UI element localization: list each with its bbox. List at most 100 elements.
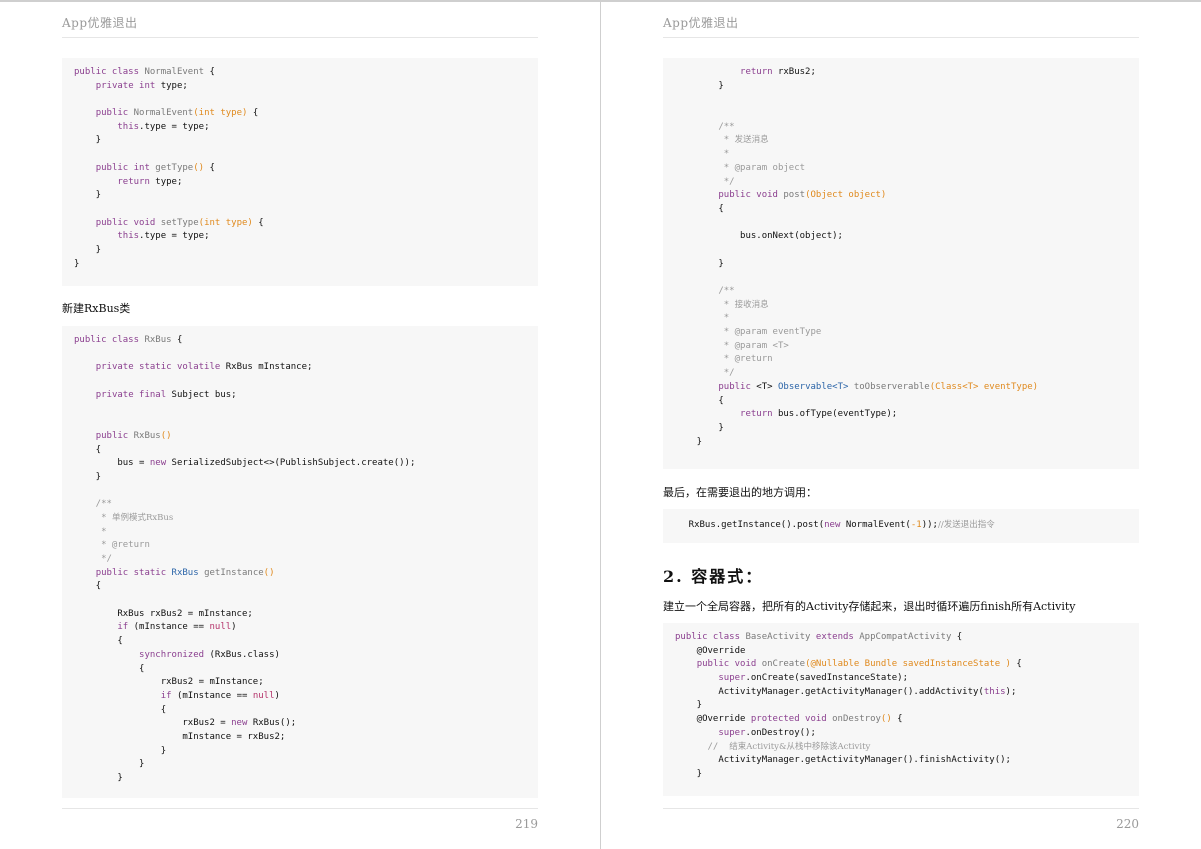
code-token: } bbox=[74, 759, 145, 770]
code-token: * @param object bbox=[675, 162, 806, 173]
code-token: private final bbox=[95, 389, 172, 400]
code-line: { bbox=[74, 704, 538, 718]
code-token: new bbox=[231, 718, 253, 729]
code-token: bus.ofType(eventType); bbox=[777, 409, 898, 420]
code-token: Subject bus; bbox=[171, 389, 237, 400]
code-token: rxBus2; bbox=[777, 67, 816, 77]
code-line: * @return bbox=[74, 539, 538, 553]
code-token: { bbox=[675, 203, 724, 214]
code-line: ActivityManager.getActivityManager().fin… bbox=[675, 754, 1139, 768]
code-token: NormalEvent bbox=[144, 67, 205, 77]
code-token: return bbox=[740, 409, 778, 420]
code-token: (@Nullable Bundle savedInstanceState ) bbox=[805, 659, 1011, 670]
code-line: */ bbox=[675, 176, 1139, 190]
page-number: 219 bbox=[515, 817, 538, 831]
code-line: } bbox=[74, 244, 538, 258]
code-token: new bbox=[149, 458, 172, 469]
code-token: { bbox=[204, 67, 215, 77]
section-heading: 2. 容器式： bbox=[663, 563, 763, 587]
code-token: public bbox=[718, 381, 757, 392]
code-token: bus = bbox=[74, 458, 150, 469]
paragraph-new-rxbus: 新建RxBus类 bbox=[62, 302, 131, 315]
code-line: { bbox=[675, 203, 1139, 217]
code-line: if (mInstance == null) bbox=[74, 621, 538, 635]
code-token: RxBus(); bbox=[252, 718, 297, 729]
code-token: post bbox=[783, 190, 806, 201]
code-token: } bbox=[675, 422, 724, 433]
code-line: public <T> Observable<T> toObserverable(… bbox=[675, 381, 1139, 395]
code-line: } bbox=[74, 189, 538, 203]
code-line: @Override protected void onDestroy() { bbox=[675, 713, 1139, 727]
code-token: private static volatile bbox=[95, 362, 226, 373]
code-line: public class NormalEvent { bbox=[74, 66, 538, 80]
code-line: private final Subject bus; bbox=[74, 389, 538, 403]
code-line: } bbox=[675, 436, 1139, 450]
code-line: return bus.ofType(eventType); bbox=[675, 408, 1139, 422]
code-line: super.onCreate(savedInstanceState); bbox=[675, 672, 1139, 686]
code-line: * @param object bbox=[675, 162, 1139, 176]
code-line: * 接收消息 bbox=[675, 299, 1139, 313]
code-token: 结束Activity&从栈中移除该Activity bbox=[729, 741, 871, 752]
code-line: * @param <T> bbox=[675, 340, 1139, 354]
code-token: if bbox=[117, 622, 134, 633]
code-token: .type = type; bbox=[139, 231, 210, 242]
code-token: if bbox=[160, 690, 177, 701]
code-token: */ bbox=[675, 368, 735, 379]
code-token: //发送退出指令 bbox=[937, 520, 995, 530]
code-line: * bbox=[675, 148, 1139, 162]
code-line: * @param eventType bbox=[675, 326, 1139, 340]
code-token: public int bbox=[95, 162, 156, 173]
code-line: * @return bbox=[675, 353, 1139, 367]
code-token: type; bbox=[160, 80, 188, 91]
running-title: App优雅退出 bbox=[62, 16, 138, 30]
code-line: * 单例模式RxBus bbox=[74, 512, 538, 526]
code-token: .type = type; bbox=[139, 121, 210, 132]
code-token: (RxBus.class) bbox=[209, 649, 280, 660]
code-token: } bbox=[675, 768, 703, 779]
code-token: 单例模式RxBus bbox=[111, 512, 174, 523]
code-line: } bbox=[675, 699, 1139, 713]
code-line: private static volatile RxBus mInstance; bbox=[74, 361, 538, 375]
code-token: } bbox=[675, 80, 724, 91]
code-line: public class BaseActivity extends AppCom… bbox=[675, 631, 1139, 645]
code-line: public class RxBus { bbox=[74, 334, 538, 348]
code-line: } bbox=[74, 772, 538, 786]
code-block-base-activity: public class BaseActivity extends AppCom… bbox=[663, 623, 1139, 796]
code-block-rxbus-continued: return rxBus2; } /** * 发送消息 * * @param o… bbox=[663, 58, 1139, 469]
code-line: public void setType(int type) { bbox=[74, 217, 538, 231]
code-line: { bbox=[74, 663, 538, 677]
code-token: * bbox=[74, 526, 107, 537]
code-line: this.type = type; bbox=[74, 121, 538, 135]
code-line: } bbox=[74, 758, 538, 772]
code-token: public class bbox=[74, 335, 145, 345]
code-token: { bbox=[74, 444, 102, 455]
code-token: getType bbox=[155, 162, 194, 173]
code-line: rxBus2 = new RxBus(); bbox=[74, 717, 538, 731]
code-token: public bbox=[95, 430, 134, 441]
paragraph-container-approach: 建立一个全局容器，把所有的Activity存储起来，退出时循环遍历finish所… bbox=[663, 600, 1076, 613]
header-rule bbox=[62, 37, 538, 38]
code-token: SerializedSubject<>(PublishSubject.creat… bbox=[171, 458, 416, 469]
code-token: /** bbox=[675, 121, 735, 132]
code-block-rxbus: public class RxBus { private static vola… bbox=[62, 326, 538, 798]
code-token: return bbox=[117, 176, 156, 187]
code-line: super.onDestroy(); bbox=[675, 727, 1139, 741]
code-token: null bbox=[209, 622, 232, 633]
code-line: /** bbox=[675, 121, 1139, 135]
code-token: type; bbox=[155, 176, 183, 187]
code-token: this bbox=[117, 121, 140, 132]
code-line: } bbox=[675, 422, 1139, 436]
